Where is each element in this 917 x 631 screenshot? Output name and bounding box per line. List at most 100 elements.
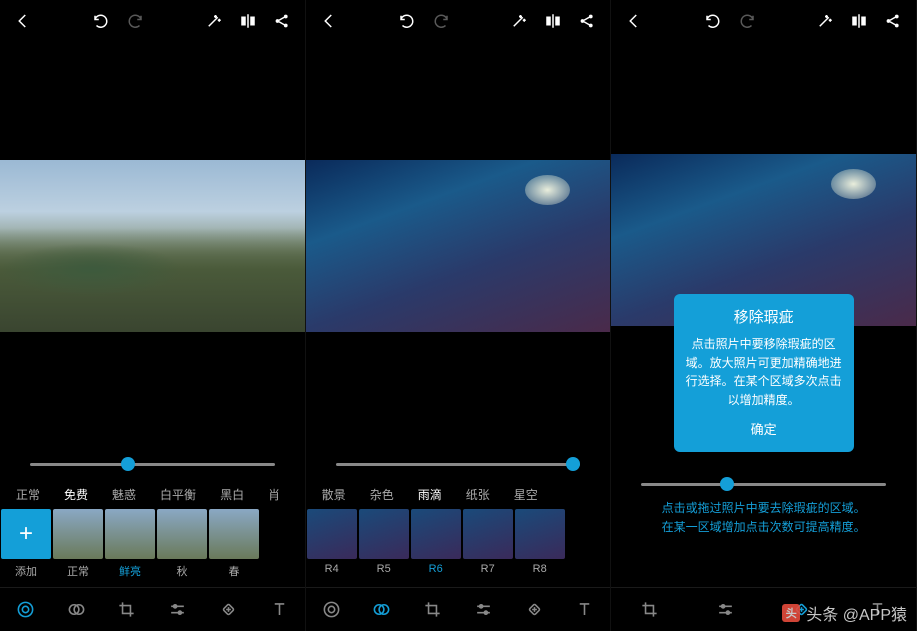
bottom-tools (0, 587, 305, 631)
tool-text-icon[interactable] (264, 595, 294, 625)
tool-overlap-icon[interactable] (367, 595, 397, 625)
thumb-label: R4 (325, 563, 339, 575)
compare-icon[interactable] (233, 6, 263, 36)
category-tab[interactable]: 雨滴 (406, 486, 454, 503)
wand-icon[interactable] (810, 6, 840, 36)
filter-thumb[interactable]: 正常 (52, 509, 104, 587)
tool-sliders-icon[interactable] (163, 595, 193, 625)
photo-rain (306, 160, 611, 332)
slider-thumb[interactable] (566, 457, 580, 471)
category-tab[interactable]: 黑白 (208, 486, 256, 503)
share-icon[interactable] (572, 6, 602, 36)
tool-crop-icon[interactable] (634, 595, 664, 625)
wand-icon[interactable] (199, 6, 229, 36)
filter-thumb[interactable]: 秋 (156, 509, 208, 587)
thumb-swatch (209, 509, 259, 559)
category-tab[interactable]: 免费 (52, 486, 100, 503)
screen-filters-rain: 散景杂色雨滴纸张星空 R4 R5 R6 R7 R8 (306, 0, 612, 631)
intensity-slider[interactable] (336, 463, 581, 466)
brush-size-slider[interactable] (641, 483, 886, 486)
category-tab[interactable]: 正常 (4, 486, 52, 503)
back-icon[interactable] (619, 6, 649, 36)
toolbar (611, 0, 916, 42)
filter-thumbnails: + 添加 正常 鲜亮 秋 春 (0, 509, 305, 587)
category-tab[interactable]: 散景 (310, 486, 358, 503)
wand-icon[interactable] (504, 6, 534, 36)
filter-thumb[interactable]: R6 (410, 509, 462, 587)
filter-thumb[interactable]: R7 (462, 509, 514, 587)
tool-heal-icon[interactable] (787, 595, 817, 625)
screen-filters-free: 正常免费魅惑白平衡黑白肖 +添加正常鲜亮秋春 (0, 0, 306, 631)
thumb-swatch (515, 509, 565, 559)
category-tab[interactable]: 魅惑 (100, 486, 148, 503)
toolbar (306, 0, 611, 42)
tool-text-icon[interactable] (863, 595, 893, 625)
thumb-label: R6 (429, 563, 443, 575)
back-icon[interactable] (8, 6, 38, 36)
intensity-slider-row (0, 449, 305, 479)
screen-heal-tool: 移除瑕疵 点击照片中要移除瑕疵的区域。放大照片可更加精确地进行选择。在某个区域多… (611, 0, 917, 631)
redo-icon[interactable] (426, 6, 456, 36)
share-icon[interactable] (878, 6, 908, 36)
thumb-swatch (463, 509, 513, 559)
filter-thumbnails: R4 R5 R6 R7 R8 (306, 509, 611, 587)
thumb-swatch (411, 509, 461, 559)
intensity-slider[interactable] (30, 463, 275, 466)
category-tab[interactable]: 星空 (502, 486, 550, 503)
tool-looks-icon[interactable] (10, 595, 40, 625)
thumb-swatch (105, 509, 155, 559)
compare-icon[interactable] (844, 6, 874, 36)
hint-text: 点击或拖过照片中要去除瑕疵的区域。 在某一区域增加点击次数可提高精度。 (611, 499, 916, 537)
add-filter-button[interactable]: + 添加 (0, 509, 52, 587)
image-canvas[interactable]: 移除瑕疵 点击照片中要移除瑕疵的区域。放大照片可更加精确地进行选择。在某个区域多… (611, 42, 916, 437)
back-icon[interactable] (314, 6, 344, 36)
toolbar (0, 0, 305, 42)
filter-thumb[interactable]: R5 (358, 509, 410, 587)
tool-sliders-icon[interactable] (468, 595, 498, 625)
thumb-swatch (53, 509, 103, 559)
filter-thumb[interactable]: 春 (208, 509, 260, 587)
thumb-label: 鲜亮 (119, 563, 141, 579)
filter-thumb[interactable]: R4 (306, 509, 358, 587)
category-tab[interactable]: 白平衡 (148, 486, 208, 503)
image-canvas[interactable] (0, 42, 305, 449)
thumb-label: 正常 (67, 563, 89, 579)
thumb-label: 春 (229, 563, 240, 579)
compare-icon[interactable] (538, 6, 568, 36)
category-tab[interactable]: 纸张 (454, 486, 502, 503)
undo-icon[interactable] (392, 6, 422, 36)
tool-crop-icon[interactable] (418, 595, 448, 625)
intensity-slider-row (306, 449, 611, 479)
image-canvas[interactable] (306, 42, 611, 449)
category-tab[interactable]: 肖 (256, 486, 292, 503)
bottom-tools (306, 587, 611, 631)
tool-crop-icon[interactable] (112, 595, 142, 625)
redo-icon[interactable] (120, 6, 150, 36)
filter-thumb[interactable]: 鲜亮 (104, 509, 156, 587)
redo-icon[interactable] (732, 6, 762, 36)
undo-icon[interactable] (86, 6, 116, 36)
thumb-label: R7 (481, 563, 495, 575)
hint-line-1: 点击或拖过照片中要去除瑕疵的区域。 (611, 499, 916, 518)
tool-text-icon[interactable] (570, 595, 600, 625)
tool-heal-icon[interactable] (213, 595, 243, 625)
tool-overlap-icon[interactable] (61, 595, 91, 625)
thumb-label: 秋 (177, 563, 188, 579)
tool-heal-icon[interactable] (519, 595, 549, 625)
tool-sliders-icon[interactable] (711, 595, 741, 625)
slider-thumb[interactable] (121, 457, 135, 471)
tool-looks-icon[interactable] (316, 595, 346, 625)
slider-thumb[interactable] (720, 477, 734, 491)
thumb-label: 添加 (15, 563, 37, 579)
thumb-label: R5 (377, 563, 391, 575)
plus-icon: + (1, 509, 51, 559)
category-tab[interactable]: 杂色 (358, 486, 406, 503)
undo-icon[interactable] (698, 6, 728, 36)
thumb-label: R8 (533, 563, 547, 575)
heal-dialog: 移除瑕疵 点击照片中要移除瑕疵的区域。放大照片可更加精确地进行选择。在某个区域多… (674, 294, 854, 452)
share-icon[interactable] (267, 6, 297, 36)
thumb-swatch (359, 509, 409, 559)
thumb-swatch (157, 509, 207, 559)
dialog-body: 点击照片中要移除瑕疵的区域。放大照片可更加精确地进行选择。在某个区域多次点击以增… (686, 335, 842, 409)
filter-thumb[interactable]: R8 (514, 509, 566, 587)
